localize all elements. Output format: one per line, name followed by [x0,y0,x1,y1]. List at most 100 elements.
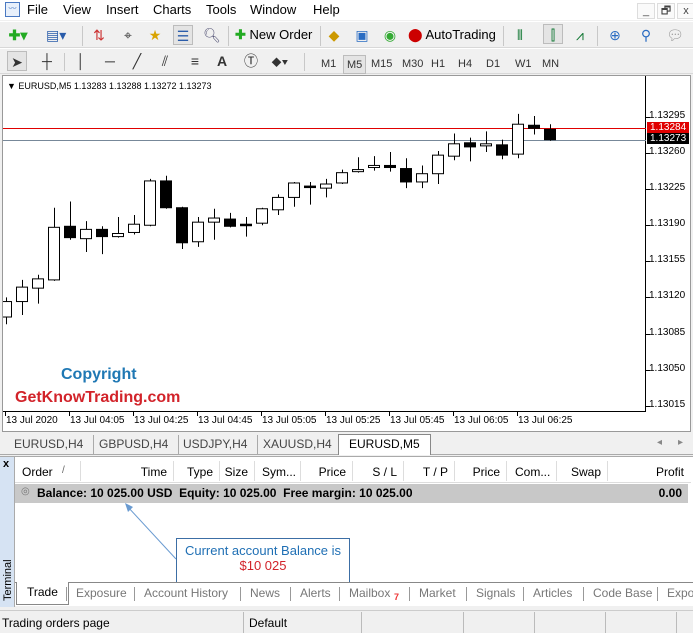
restore-button[interactable]: 🗗 [657,3,675,19]
price-tick-label: 1.13155 [649,254,686,266]
bull-candle [208,208,220,240]
column-header-swap[interactable]: Swap [571,465,601,479]
candlestick-chart-icon[interactable]: ⫿ [543,24,563,44]
text-label-icon[interactable]: Ⓣ [241,51,261,71]
tab-articles[interactable]: Articles [533,583,572,605]
metaeditor-icon[interactable]: ◆ [324,25,344,45]
zoom-in-icon[interactable]: ⊕ [605,25,625,45]
tabs-scroll-right[interactable]: ▸ [678,437,683,448]
tab-mailbox[interactable]: Mailbox [349,583,390,605]
candle-body [480,143,492,147]
minimize-button[interactable]: _ [637,3,655,19]
chart-window[interactable]: ▼ EURUSD,M5 1.13283 1.13288 1.13272 1.13… [2,75,691,432]
column-header-time[interactable]: Time [141,465,167,479]
menu-help[interactable]: Help [313,2,340,17]
timeframe-d1[interactable]: D1 [483,55,503,74]
navigator-icon[interactable]: ★ [145,25,165,45]
tab-expo[interactable]: Expo [667,583,693,605]
fibonacci-icon[interactable]: ≡ [185,51,205,71]
tab-signals[interactable]: Signals [476,583,515,605]
data-window-icon[interactable]: ⌖ [118,25,138,45]
column-separator[interactable] [403,461,404,481]
column-header-sym[interactable]: Sym... [262,465,296,479]
profiles-icon[interactable]: ▤▾ [46,25,66,45]
vertical-line-icon[interactable]: │ [71,51,91,71]
column-header-type[interactable]: Type [187,465,213,479]
price-tick-label: 1.13015 [649,398,686,410]
column-separator[interactable] [300,461,301,481]
column-separator[interactable] [454,461,455,481]
menu-insert[interactable]: Insert [106,2,139,17]
menu-view[interactable]: View [63,2,91,17]
terminal-icon[interactable]: ☰ [173,25,193,45]
horizontal-line-icon[interactable]: ─ [100,51,120,71]
column-header-price[interactable]: Price [473,465,500,479]
timeframe-m1[interactable]: M1 [318,55,339,74]
column-separator[interactable] [254,461,255,481]
tab-code-base[interactable]: Code Base [593,583,652,605]
tab-exposure[interactable]: Exposure [76,583,127,605]
tab-market[interactable]: Market [419,583,456,605]
text-icon[interactable]: A [212,51,232,71]
chart-tab[interactable]: GBPUSD,H4 [89,435,180,454]
tab-news[interactable]: News [250,583,280,605]
timeframe-w1[interactable]: W1 [512,55,535,74]
timeframe-h4[interactable]: H4 [455,55,475,74]
column-separator[interactable] [556,461,557,481]
market-watch-icon[interactable]: ⇅ [89,25,109,45]
tabs-scroll-left[interactable]: ◂ [657,437,662,448]
arrows-icon[interactable]: ⬥▾ [270,51,290,71]
column-separator[interactable] [219,461,220,481]
autotrading-button[interactable]: ⬤ AutoTrading [408,25,496,45]
bar-chart-icon[interactable]: ⫴ [510,25,530,45]
tab-account-history[interactable]: Account History [144,583,228,605]
column-header-size[interactable]: Size [225,465,248,479]
new-order-button[interactable]: ✚ New Order [235,25,312,45]
toolbar-separator [82,26,83,46]
time-tick-label: 13 Jul 04:25 [134,415,189,426]
chart-tab[interactable]: EURUSD,M5 [338,434,431,455]
timeframe-m5[interactable]: M5 [343,55,367,74]
column-header-sl[interactable]: S / L [372,465,397,479]
candle-body [64,225,76,239]
column-header-com[interactable]: Com... [515,465,550,479]
line-chart-icon[interactable]: ⩘ [570,25,590,45]
chart-tab[interactable]: USDJPY,H4 [173,435,259,454]
menu-charts[interactable]: Charts [153,2,191,17]
bull-candle [320,178,332,198]
new-chart-icon[interactable]: ✚▾ [8,25,28,45]
column-header-order[interactable]: Order [22,465,53,479]
timeframe-m30[interactable]: M30 [399,55,426,74]
timeframe-m15[interactable]: M15 [368,55,395,74]
tab-trade[interactable]: Trade [16,582,69,605]
tab-alerts[interactable]: Alerts [300,583,331,605]
column-separator[interactable] [607,461,608,481]
column-separator[interactable] [352,461,353,481]
column-separator[interactable] [173,461,174,481]
column-separator[interactable] [80,461,81,481]
zoom-out-icon[interactable]: ⚲ [636,25,656,45]
trendline-icon[interactable]: ╱ [127,51,147,71]
equidistant-channel-icon[interactable]: ⫽ [155,51,175,71]
bull-candle [368,156,380,171]
signals-icon[interactable]: ▣ [352,25,372,45]
strategy-tester-icon[interactable]: 🔍︎ [202,25,222,45]
menu-tools[interactable]: Tools [206,2,236,17]
menu-window[interactable]: Window [250,2,296,17]
vps-icon[interactable]: ◉ [380,25,400,45]
candle-body [128,223,140,233]
column-header-price[interactable]: Price [319,465,346,479]
cursor-icon[interactable]: ➤ [7,51,27,71]
close-button[interactable]: x [677,3,693,19]
column-separator[interactable] [506,461,507,481]
chat-icon[interactable]: 💬︎ [665,25,685,45]
timeframe-h1[interactable]: H1 [428,55,448,74]
chart-tab[interactable]: XAUUSD,H4 [253,435,343,454]
chart-plot-area[interactable]: ▼ EURUSD,M5 1.13283 1.13288 1.13272 1.13… [3,76,646,412]
chart-tab[interactable]: EURUSD,H4 [4,435,95,454]
column-header-profit[interactable]: Profit [656,465,684,479]
crosshair-icon[interactable]: ┼ [37,51,57,71]
column-header-tp[interactable]: T / P [423,465,448,479]
menu-file[interactable]: File [27,2,48,17]
timeframe-mn[interactable]: MN [539,55,562,74]
